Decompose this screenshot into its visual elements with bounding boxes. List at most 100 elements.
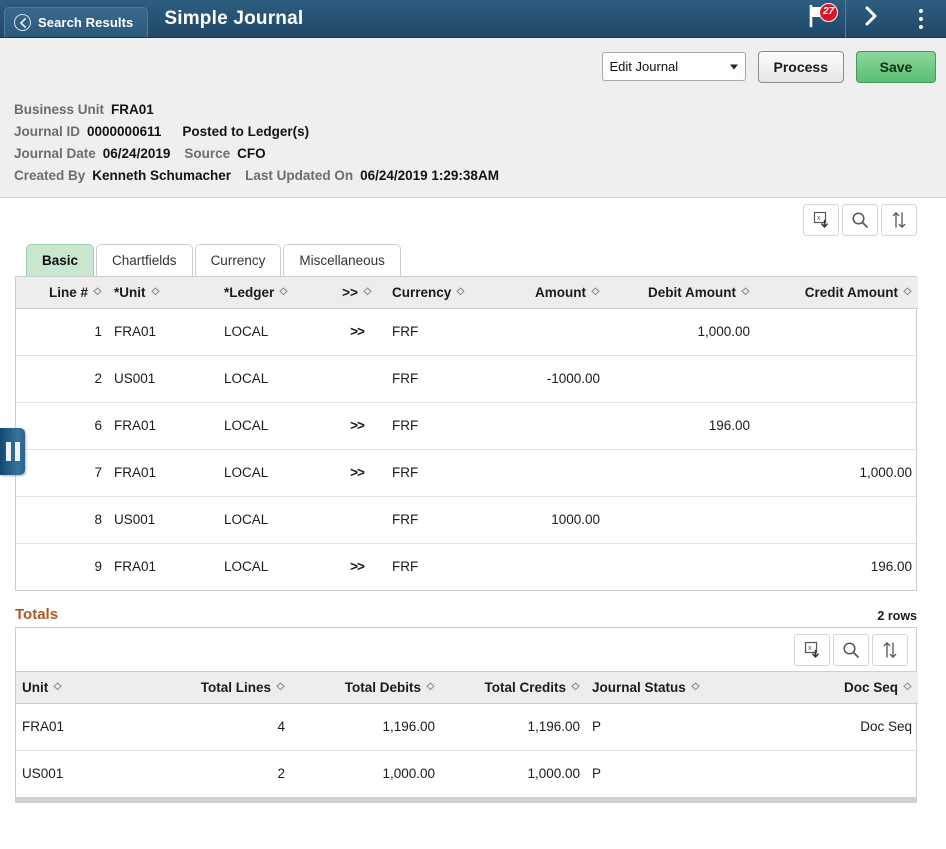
journal-posted-status: Posted to Ledger(s) <box>182 124 310 139</box>
last-updated-label: Last Updated On <box>245 168 354 183</box>
business-unit-value: FRA01 <box>111 102 154 117</box>
cell-total-lines: 2 <box>277 766 285 782</box>
source-label: Source <box>184 146 231 161</box>
column-header-journal-status[interactable]: Journal Status <box>586 672 751 704</box>
lines-grid-header-row: Line # *Unit *Ledger >> Currency Amount … <box>16 277 918 309</box>
cell-amount <box>496 543 606 590</box>
source-value: CFO <box>237 146 266 161</box>
cell-total-debits: 1,196.00 <box>291 703 441 751</box>
back-to-search-results-button[interactable]: Search Results <box>4 7 149 37</box>
cell-amount: -1000.00 <box>496 355 606 403</box>
cell-currency: FRF <box>386 308 496 356</box>
journal-id-value: 0000000611 <box>87 124 162 139</box>
tab-miscellaneous[interactable]: Miscellaneous <box>283 244 401 276</box>
table-row[interactable]: 2 US001 LOCAL FRF -1000.00 <box>16 355 918 403</box>
created-by-value: Kenneth Schumacher <box>92 168 232 183</box>
column-header-ledger[interactable]: *Ledger <box>218 277 328 309</box>
cell-unit: FRA01 <box>16 703 146 751</box>
table-row[interactable]: 1 FRA01 LOCAL >> FRF 1,000.00 <box>16 308 918 356</box>
table-row[interactable]: 9 FRA01 LOCAL >> FRF 196.00 <box>16 543 918 590</box>
cell-unit: FRA01 <box>114 559 157 575</box>
column-header-doc-seq[interactable]: Doc Seq <box>751 672 918 704</box>
sort-updown-icon[interactable] <box>881 204 917 236</box>
cell-debit-amount: 196.00 <box>606 402 756 450</box>
cell-amount: 1000.00 <box>496 496 606 544</box>
search-icon[interactable] <box>833 633 869 666</box>
cell-expand-link[interactable]: >> <box>328 402 386 450</box>
cell-line-number: 7 <box>16 449 108 497</box>
back-button-label: Search Results <box>38 15 134 30</box>
column-label: Journal Status <box>592 679 686 695</box>
table-row[interactable]: US001 2 1,000.00 1,000.00 P <box>16 750 918 797</box>
table-row[interactable]: FRA01 4 1,196.00 1,196.00 P Doc Seq <box>16 703 918 751</box>
actions-menu-button[interactable] <box>896 0 946 38</box>
cell-expand-link[interactable] <box>328 496 386 544</box>
search-icon[interactable] <box>842 204 878 236</box>
cell-debit-amount <box>606 449 756 497</box>
process-button[interactable]: Process <box>757 50 844 83</box>
cell-expand-link[interactable]: >> <box>328 543 386 590</box>
tab-basic[interactable]: Basic <box>26 244 95 276</box>
tab-chartfields[interactable]: Chartfields <box>96 244 193 276</box>
column-label: *Unit <box>114 284 146 300</box>
cell-credit-amount <box>756 308 918 356</box>
cell-doc-seq-link[interactable] <box>751 750 918 797</box>
cell-amount <box>496 402 606 450</box>
cell-credit-amount: 1,000.00 <box>756 449 918 497</box>
column-header-unit[interactable]: Unit <box>16 672 146 704</box>
column-header-total-credits[interactable]: Total Credits <box>441 672 586 704</box>
table-row[interactable]: 7 FRA01 LOCAL >> FRF 1,000.00 <box>16 449 918 497</box>
download-excel-icon[interactable]: x <box>794 633 830 666</box>
sort-indicator-icon <box>741 287 750 296</box>
svg-text:x: x <box>808 645 812 652</box>
totals-rows-count: 2 rows <box>877 609 917 623</box>
cell-credit-amount: 196.00 <box>870 559 912 575</box>
sort-indicator-icon <box>279 287 288 296</box>
sort-indicator-icon <box>591 287 600 296</box>
notifications-button[interactable]: 27 <box>792 0 846 38</box>
table-row[interactable]: 6 FRA01 LOCAL >> FRF 196.00 <box>16 402 918 450</box>
cell-line-number: 8 <box>16 496 108 544</box>
sort-indicator-icon <box>150 287 160 296</box>
cell-expand-link[interactable] <box>328 355 386 403</box>
column-header-currency[interactable]: Currency <box>386 277 496 309</box>
cell-unit: FRA01 <box>108 308 218 356</box>
column-header-amount[interactable]: Amount <box>496 277 606 309</box>
cell-credit-amount <box>756 402 918 450</box>
cell-currency: FRF <box>386 402 496 450</box>
collapse-panel-handle[interactable] <box>0 428 25 475</box>
column-header-unit[interactable]: *Unit <box>108 277 218 309</box>
cell-doc-seq-link[interactable]: Doc Seq <box>751 703 918 751</box>
totals-grid: x Unit Total Lines Total Debits Total Cr… <box>15 627 918 798</box>
cell-amount <box>496 308 606 356</box>
cell-expand-link[interactable]: >> <box>328 308 386 356</box>
column-header-credit-amount[interactable]: Credit Amount <box>756 277 918 309</box>
totals-grid-toolbar: x <box>16 628 916 672</box>
journal-lines-panel: x Basic Chartfields Currency Miscellaneo… <box>0 198 946 591</box>
column-header-total-debits[interactable]: Total Debits <box>291 672 441 704</box>
cell-line-number: 2 <box>16 355 108 403</box>
notification-count-badge: 27 <box>819 2 838 22</box>
column-header-debit-amount[interactable]: Debit Amount <box>606 277 756 309</box>
download-excel-icon[interactable]: x <box>803 204 839 236</box>
column-header-expand[interactable]: >> <box>328 277 386 309</box>
save-button[interactable]: Save <box>856 50 936 83</box>
column-header-line-number[interactable]: Line # <box>16 277 108 309</box>
sort-updown-icon[interactable] <box>872 633 908 666</box>
journal-header-row-journal-id: Journal ID 0000000611 Posted to Ledger(s… <box>14 121 946 143</box>
journal-lines-grid: Line # *Unit *Ledger >> Currency Amount … <box>0 276 918 591</box>
cell-ledger: LOCAL <box>218 496 328 544</box>
cell-total-debits: 1,000.00 <box>382 766 435 782</box>
table-row[interactable]: 8 US001 LOCAL FRF 1000.00 <box>16 496 918 544</box>
journal-header-row-business-unit: Business Unit FRA01 <box>14 99 946 121</box>
column-header-total-lines[interactable]: Total Lines <box>146 672 291 704</box>
journal-action-select[interactable]: Edit Journal <box>601 52 746 81</box>
cell-expand-link[interactable]: >> <box>328 449 386 497</box>
next-page-button[interactable] <box>846 0 896 38</box>
cell-credit-amount <box>756 355 918 403</box>
tab-currency[interactable]: Currency <box>194 244 282 276</box>
horizontal-scrollbar[interactable] <box>15 798 917 803</box>
column-label: *Ledger <box>224 284 275 300</box>
column-label: Unit <box>22 679 49 695</box>
svg-text:x: x <box>817 215 821 222</box>
